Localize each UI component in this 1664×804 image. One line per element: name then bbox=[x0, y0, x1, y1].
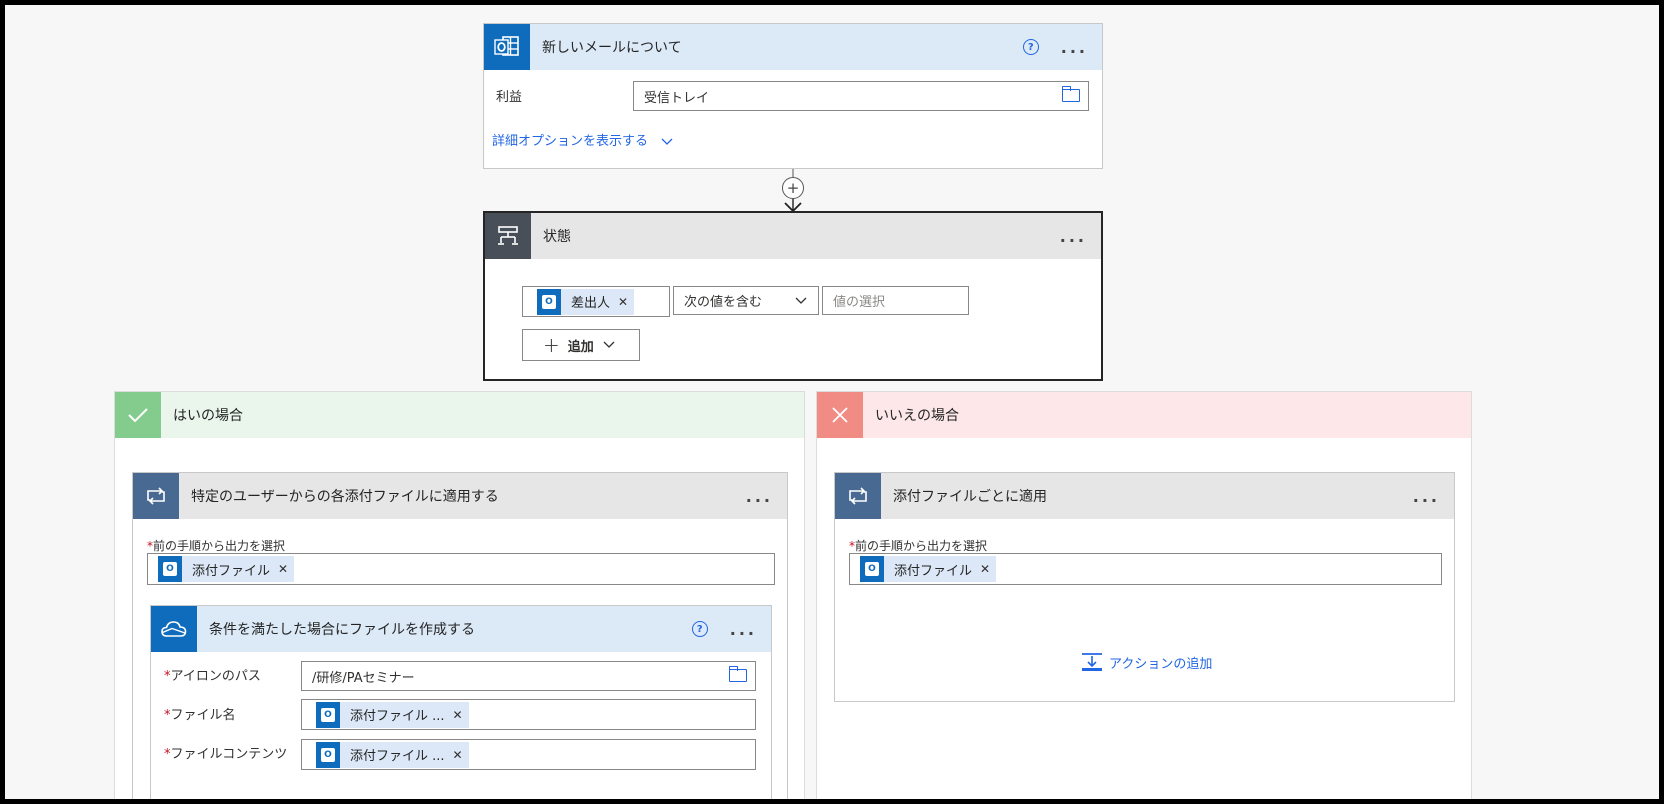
outlook-icon bbox=[484, 24, 530, 70]
remove-token-icon[interactable]: ✕ bbox=[453, 708, 463, 722]
advanced-options-link[interactable]: 詳細オプションを表示する bbox=[492, 130, 674, 149]
trigger-card: 新しいメールについて ? ... 利益 受信トレイ 詳細オプションを表示する bbox=[483, 23, 1103, 169]
more-options-icon[interactable]: ... bbox=[1060, 227, 1087, 246]
output-label: *前の手順から出力を選択 bbox=[849, 539, 988, 553]
folder-path-field[interactable]: /研修/PAセミナー bbox=[301, 661, 756, 691]
more-options-icon[interactable]: ... bbox=[1061, 38, 1088, 57]
condition-header[interactable]: 状態 ... bbox=[485, 213, 1101, 259]
condition-card: 状態 ... O 差出人 ✕ 次の値を含む 値の選択 + 追加 bbox=[483, 211, 1103, 381]
yes-foreach-title: 特定のユーザーからの各添付ファイルに適用する bbox=[191, 489, 499, 505]
outlook-icon: O bbox=[316, 701, 340, 728]
loop-icon bbox=[133, 473, 179, 519]
filename-field[interactable]: O 添付ファイル ... ✕ bbox=[301, 699, 756, 730]
remove-token-icon[interactable]: ✕ bbox=[453, 748, 463, 762]
outlook-icon: O bbox=[537, 288, 561, 315]
output-field[interactable]: O 添付ファイル ✕ bbox=[147, 553, 775, 585]
chevron-down-icon bbox=[795, 297, 807, 304]
more-options-icon[interactable]: ... bbox=[730, 620, 757, 639]
remove-token-icon[interactable]: ✕ bbox=[980, 562, 990, 576]
add-action-icon bbox=[1082, 653, 1102, 671]
output-field[interactable]: O 添付ファイル ✕ bbox=[849, 553, 1442, 585]
output-label: *前の手順から出力を選択 bbox=[147, 539, 286, 553]
onedrive-icon bbox=[151, 606, 197, 652]
flow-canvas: 新しいメールについて ? ... 利益 受信トレイ 詳細オプションを表示する + bbox=[5, 5, 1659, 799]
folder-icon[interactable] bbox=[1061, 86, 1080, 102]
sender-token[interactable]: O 差出人 ✕ bbox=[537, 288, 635, 315]
add-button[interactable]: + 追加 bbox=[522, 329, 640, 361]
help-icon[interactable]: ? bbox=[1022, 39, 1039, 55]
yes-branch-header[interactable]: はいの場合 bbox=[115, 392, 804, 438]
create-file-card: 条件を満たした場合にファイルを作成する ? ... *アイロンのパス /研修/P… bbox=[150, 605, 772, 799]
folder-label: 利益 bbox=[496, 90, 523, 105]
more-options-icon[interactable]: ... bbox=[1413, 487, 1440, 506]
chevron-down-icon bbox=[661, 138, 673, 145]
attachments-token[interactable]: O 添付ファイル ✕ bbox=[860, 556, 997, 582]
condition-icon bbox=[485, 213, 531, 259]
value-input[interactable]: 値の選択 bbox=[822, 286, 969, 315]
attachments-token[interactable]: O 添付ファイル ✕ bbox=[158, 556, 295, 582]
trigger-header[interactable]: 新しいメールについて ? ... bbox=[484, 24, 1102, 70]
content-token[interactable]: O 添付ファイル ... ✕ bbox=[316, 741, 469, 768]
no-branch: いいえの場合 添付ファイルごとに適用 ... *前の手順から出力を選択 O 添付… bbox=[816, 391, 1472, 799]
create-file-title: 条件を満たした場合にファイルを作成する bbox=[209, 622, 475, 638]
yes-branch: はいの場合 特定のユーザーからの各添付ファイルに適用する ... *前の手順から… bbox=[114, 391, 805, 799]
remove-token-icon[interactable]: ✕ bbox=[278, 562, 288, 576]
folder-value: 受信トレイ bbox=[644, 90, 710, 106]
add-action-link[interactable]: アクションの追加 bbox=[1081, 651, 1212, 673]
no-branch-header[interactable]: いいえの場合 bbox=[817, 392, 1471, 438]
yes-branch-title: はいの場合 bbox=[173, 408, 243, 424]
folder-field[interactable]: 受信トレイ bbox=[633, 81, 1089, 111]
filename-label: *ファイル名 bbox=[164, 708, 236, 723]
more-options-icon[interactable]: ... bbox=[746, 487, 773, 506]
no-foreach-header[interactable]: 添付ファイルごとに適用 ... bbox=[835, 473, 1454, 519]
content-label: *ファイルコンテンツ bbox=[164, 747, 288, 762]
operator-select[interactable]: 次の値を含む bbox=[673, 286, 819, 315]
yes-foreach-header[interactable]: 特定のユーザーからの各添付ファイルに適用する ... bbox=[133, 473, 787, 519]
outlook-icon: O bbox=[316, 741, 340, 768]
outlook-icon: O bbox=[158, 556, 182, 582]
loop-icon bbox=[835, 473, 881, 519]
trigger-title: 新しいメールについて bbox=[542, 40, 682, 56]
remove-token-icon[interactable]: ✕ bbox=[618, 295, 628, 309]
no-foreach-card: 添付ファイルごとに適用 ... *前の手順から出力を選択 O 添付ファイル ✕ bbox=[834, 472, 1455, 702]
help-icon[interactable]: ? bbox=[691, 621, 708, 637]
yes-foreach-card: 特定のユーザーからの各添付ファイルに適用する ... *前の手順から出力を選択 … bbox=[132, 472, 788, 799]
folder-icon[interactable] bbox=[728, 666, 747, 682]
close-icon bbox=[817, 392, 863, 438]
no-foreach-title: 添付ファイルごとに適用 bbox=[893, 489, 1047, 505]
plus-icon: + bbox=[786, 179, 800, 197]
outlook-icon: O bbox=[860, 556, 884, 582]
condition-title: 状態 bbox=[543, 229, 571, 245]
create-file-header[interactable]: 条件を満たした場合にファイルを作成する ? ... bbox=[151, 606, 771, 652]
filename-token[interactable]: O 添付ファイル ... ✕ bbox=[316, 701, 469, 728]
chevron-down-icon bbox=[603, 341, 615, 348]
folder-path-label: *アイロンのパス bbox=[164, 669, 261, 684]
condition-left-field[interactable]: O 差出人 ✕ bbox=[522, 286, 670, 317]
check-icon bbox=[115, 392, 161, 438]
no-branch-title: いいえの場合 bbox=[875, 408, 959, 424]
content-field[interactable]: O 添付ファイル ... ✕ bbox=[301, 739, 756, 770]
insert-step-button[interactable]: + bbox=[782, 177, 804, 199]
plus-icon: + bbox=[543, 333, 560, 357]
